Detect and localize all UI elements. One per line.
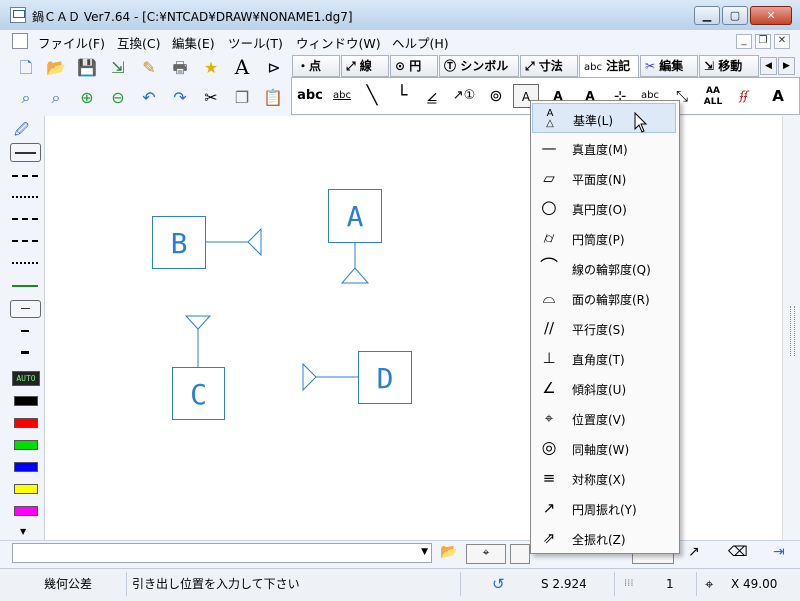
line-profile-icon: ⌒ bbox=[540, 257, 558, 278]
position-icon: ⌖ bbox=[544, 409, 554, 427]
menu-item-total-runout[interactable]: ⇗ 全振れ(Z) bbox=[532, 523, 676, 553]
angularity-icon: ∠ bbox=[542, 379, 556, 397]
command-input[interactable]: ▼ bbox=[12, 543, 432, 563]
menu-item-label: 平面度(N) bbox=[572, 173, 627, 187]
menu-item-concentricity[interactable]: ◎ 同軸度(W) bbox=[532, 433, 676, 463]
status-bar bbox=[0, 568, 800, 601]
menu-item-label: 円筒度(P) bbox=[572, 233, 625, 247]
menu-item-label: 全振れ(Z) bbox=[572, 533, 626, 547]
menu-item-angularity[interactable]: ∠ 傾斜度(U) bbox=[532, 373, 676, 403]
straightness-icon: — bbox=[541, 139, 557, 157]
flatness-icon: ▱ bbox=[543, 169, 555, 187]
menu-item-line-profile[interactable]: ⌒ 線の輪郭度(Q) bbox=[532, 253, 676, 283]
menu-item-label: 面の輪郭度(R) bbox=[572, 293, 650, 307]
circularity-icon: ○ bbox=[541, 197, 557, 218]
menu-item-circular-runout[interactable]: ↗ 円周振れ(Y) bbox=[532, 493, 676, 523]
menu-item-flatness[interactable]: ▱ 平面度(N) bbox=[532, 163, 676, 193]
menu-item-surface-profile[interactable]: ⌓ 面の輪郭度(R) bbox=[532, 283, 676, 313]
input-mode-icon[interactable]: ⇥ bbox=[773, 544, 785, 560]
menu-item-symmetry[interactable]: ≡ 対称度(X) bbox=[532, 463, 676, 493]
pick-point-icon[interactable]: ↗ bbox=[688, 544, 700, 560]
menu-item-position[interactable]: ⌖ 位置度(V) bbox=[532, 403, 676, 433]
crosshair-icon: ⌖ bbox=[705, 575, 714, 593]
menu-item-straightness[interactable]: — 真直度(M) bbox=[532, 133, 676, 163]
menu-item-label: 同軸度(W) bbox=[572, 443, 630, 457]
command-dropdown-icon[interactable]: ▼ bbox=[421, 547, 428, 557]
status-layer: 1 bbox=[666, 577, 674, 591]
menu-item-cylindricity[interactable]: ⌭ 円筒度(P) bbox=[532, 223, 676, 253]
surface-profile-icon: ⌓ bbox=[542, 288, 556, 307]
rotate-icon[interactable]: ↺ bbox=[492, 574, 505, 594]
status-separator bbox=[614, 572, 615, 596]
circular-runout-icon: ↗ bbox=[542, 499, 556, 517]
status-message: 引き出し位置を入力して下さい bbox=[132, 577, 300, 591]
status-mode: 幾何公差 bbox=[44, 577, 93, 591]
menu-item-circularity[interactable]: ○ 真円度(O) bbox=[532, 193, 676, 223]
menu-item-label: 傾斜度(U) bbox=[572, 383, 627, 397]
clear-icon[interactable]: ⌫ bbox=[728, 544, 748, 560]
menu-item-label: 線の輪郭度(Q) bbox=[572, 263, 651, 277]
status-separator bbox=[460, 572, 461, 596]
vertical-scrollbar[interactable] bbox=[782, 116, 800, 540]
open-command-folder-icon[interactable]: 📂 bbox=[440, 544, 457, 560]
status-scale: S 2.924 bbox=[541, 577, 587, 591]
parallelism-icon: ∕∕ bbox=[543, 319, 555, 337]
cylindricity-icon: ⌭ bbox=[543, 229, 555, 247]
menu-item-label: 位置度(V) bbox=[572, 413, 626, 427]
datum-b-triangle bbox=[247, 227, 262, 257]
perpendicularity-icon: ⊥ bbox=[542, 349, 556, 367]
menu-item-label: 基準(L) bbox=[573, 114, 614, 128]
menu-item-label: 真直度(M) bbox=[572, 143, 628, 157]
menu-item-label: 直角度(T) bbox=[572, 353, 625, 367]
snap-mode-button-1[interactable]: ⌖ bbox=[466, 544, 506, 564]
status-separator bbox=[696, 572, 697, 596]
menu-item-parallelism[interactable]: ∕∕ 平行度(S) bbox=[532, 313, 676, 343]
datum-icon: A △ bbox=[546, 108, 554, 129]
total-runout-icon: ⇗ bbox=[542, 529, 556, 547]
menu-item-label: 対称度(X) bbox=[572, 473, 626, 487]
symmetry-icon: ≡ bbox=[542, 469, 556, 487]
menu-item-label: 円周振れ(Y) bbox=[572, 503, 637, 517]
menu-item-datum[interactable]: A △ 基準(L) bbox=[532, 103, 676, 133]
mouse-cursor-icon bbox=[634, 112, 648, 133]
scroll-grip[interactable] bbox=[790, 306, 795, 356]
datum-c-triangle bbox=[184, 315, 212, 330]
datum-a-triangle bbox=[340, 267, 370, 284]
datum-leaders bbox=[184, 227, 370, 392]
concentricity-icon: ◎ bbox=[541, 438, 557, 458]
datum-d-triangle bbox=[302, 362, 317, 392]
geometric-tolerance-menu: A △ 基準(L) — 真直度(M) ▱ 平面度(N) ○ 真円度(O) ⌭ 円筒… bbox=[530, 100, 680, 554]
menu-item-label: 平行度(S) bbox=[572, 323, 625, 337]
status-coord: X 49.00 bbox=[731, 577, 778, 591]
status-separator bbox=[126, 572, 127, 596]
menu-item-label: 真円度(O) bbox=[572, 203, 627, 217]
snap-mode-button-2[interactable] bbox=[510, 544, 530, 564]
menu-item-perpendicularity[interactable]: ⊥ 直角度(T) bbox=[532, 343, 676, 373]
grid-icon[interactable]: ⁞⁞⁞ bbox=[624, 574, 634, 594]
